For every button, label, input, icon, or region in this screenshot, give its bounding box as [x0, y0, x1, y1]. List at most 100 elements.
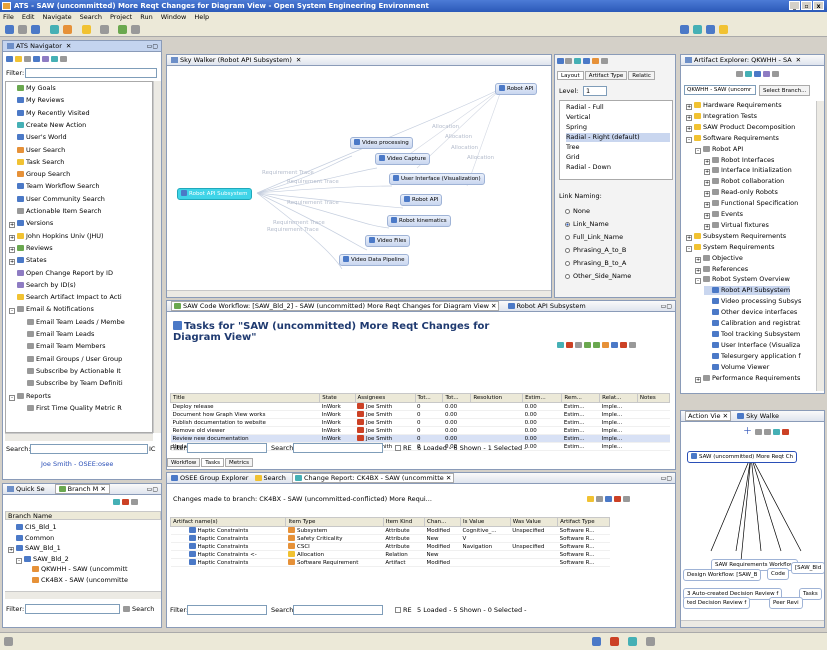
column-header[interactable]: Notes [636, 393, 671, 403]
navigator-hscrollbar[interactable] [5, 433, 153, 441]
branch-name-header[interactable]: Branch Name [5, 511, 161, 520]
menu-search[interactable]: Search [80, 12, 102, 22]
table-row[interactable]: Remove old viewer InWork Joe Smith 0 0.00 0.0… [170, 426, 670, 435]
minimize-button[interactable]: _ [789, 1, 800, 10]
menu-icon[interactable] [60, 56, 67, 62]
expand-icon[interactable]: + [9, 222, 15, 229]
minimize-maximize-icon[interactable]: ▭▢ [147, 41, 158, 52]
node-video-processing[interactable]: Video processing [350, 137, 413, 149]
layout-option[interactable]: Spring [566, 123, 670, 132]
navigator-item[interactable]: Search by ID(s) [9, 281, 76, 290]
navigator-item[interactable]: + John Hopkins Univ (JHU) [9, 232, 104, 241]
navigator-item[interactable]: Subscribe by Team Definiti [19, 379, 123, 388]
column-header[interactable]: Title [169, 393, 321, 403]
menu-help[interactable]: Help [194, 12, 209, 22]
delete-icon[interactable] [122, 499, 129, 505]
home-icon[interactable] [6, 56, 13, 62]
print-icon[interactable] [31, 25, 40, 34]
artifact-tree-item[interactable]: + Virtual fixtures [704, 221, 769, 230]
layout-option[interactable]: Radial - Right (default) [566, 133, 670, 142]
link-naming-radio[interactable]: Full_Link_Name [565, 233, 623, 242]
refresh-icon[interactable] [772, 429, 780, 435]
refresh-icon[interactable] [583, 58, 590, 64]
zoom-icon[interactable] [754, 429, 762, 435]
artifact-tree-item[interactable]: + Events [704, 210, 743, 219]
column-header[interactable]: Tot... [442, 393, 472, 403]
status-icon-2[interactable] [610, 637, 619, 646]
navigator-item[interactable]: User Community Search [9, 195, 105, 204]
artifact-tree-item[interactable]: + Integration Tests [686, 112, 757, 121]
tab-branch-manager[interactable]: Branch M ✕ [54, 484, 110, 494]
status-icon-4[interactable] [646, 637, 655, 646]
chart-icon[interactable] [611, 342, 618, 348]
navigator-item[interactable]: My Recently Visited [9, 109, 90, 118]
delete-icon[interactable] [614, 496, 621, 502]
tab-metrics[interactable]: Metrics [225, 458, 253, 467]
minimize-maximize-icon[interactable]: ▭▢ [661, 301, 672, 312]
expand-icon[interactable]: - [695, 278, 701, 285]
zoom-icon[interactable] [565, 58, 572, 64]
link-naming-radio[interactable]: Phrasing_B_to_A [565, 259, 626, 268]
expand-icon[interactable]: + [686, 104, 692, 110]
tab-group-explorer[interactable]: OSEE Group Explorer [171, 474, 248, 482]
save-icon[interactable] [592, 58, 599, 64]
tab-change-report[interactable]: Change Report: CK4BX - SAW (uncommitte ✕ [291, 473, 455, 483]
artifact-explorer-tab[interactable]: Artifact Explorer: QKWHH - SA ✕ [681, 55, 824, 66]
compare-icon[interactable] [596, 496, 603, 502]
artifact-tree-item[interactable]: Other device interfaces [704, 308, 797, 317]
action-node-top[interactable]: SAW (uncommitted) More Reqt Ch [687, 451, 798, 463]
expand-icon[interactable]: + [686, 114, 692, 121]
layout-option[interactable]: Tree [566, 143, 670, 152]
collapse-icon[interactable] [24, 56, 31, 62]
action-node-decision-review-2[interactable]: ted Decision Review f [683, 597, 751, 609]
node-video-files[interactable]: Video Files [365, 235, 411, 247]
delete-icon[interactable] [566, 342, 573, 348]
node-robot-kinematics[interactable]: Robot kinematics [387, 215, 451, 227]
refresh-icon[interactable] [745, 71, 752, 77]
expand-icon[interactable]: + [9, 246, 15, 253]
artifact-tree-item[interactable]: - Robot System Overview [695, 275, 790, 285]
artifact-tree-item[interactable]: + Functional Specification [704, 199, 798, 209]
menu-navigate[interactable]: Navigate [42, 12, 71, 22]
expand-icon[interactable]: - [9, 308, 15, 315]
settings-icon[interactable] [629, 342, 636, 348]
status-icon-1[interactable] [592, 637, 601, 646]
expand-icon[interactable]: + [686, 125, 692, 132]
back-icon[interactable] [118, 25, 127, 34]
link-icon[interactable] [33, 56, 40, 62]
menu-run[interactable]: Run [140, 12, 152, 22]
minimize-maximize-icon[interactable]: ▭▢ [661, 473, 672, 484]
branch-item[interactable]: QKWHH - SAW (uncommitt [32, 565, 128, 574]
table-row[interactable]: Document how Graph View works InWork Joe S… [170, 410, 670, 419]
star-icon[interactable] [15, 56, 22, 62]
menu-icon[interactable] [772, 71, 779, 77]
filter-icon[interactable] [574, 58, 581, 64]
tab-relations[interactable]: Relatic [628, 71, 655, 80]
ic-checkbox-label[interactable]: IC [149, 445, 155, 454]
node-video-capture[interactable]: Video Capture [375, 153, 431, 165]
table-row[interactable]: Haptic Constraints Software Requirement Ar… [170, 558, 610, 567]
level-spinner[interactable]: 1 [583, 86, 607, 96]
artifact-tree-item[interactable]: + Robot collaboration [704, 177, 784, 187]
navigator-item[interactable]: First Time Quality Metric R [19, 404, 122, 413]
column-header[interactable]: Chan... [423, 517, 461, 527]
expand-icon[interactable]: + [704, 158, 710, 165]
refresh-icon[interactable] [587, 496, 594, 502]
expand-icon[interactable]: + [704, 223, 710, 230]
id-icon[interactable] [763, 71, 770, 77]
navigator-scrollbar[interactable] [153, 81, 161, 433]
edit-icon[interactable] [593, 342, 600, 348]
navigator-item[interactable]: + Reviews [9, 244, 53, 253]
column-header[interactable]: Tot... [414, 393, 444, 403]
layout-option[interactable]: Grid [566, 153, 670, 162]
node-video-data-pipeline[interactable]: Video Data Pipeline [339, 254, 409, 266]
expand-icon[interactable]: + [686, 234, 692, 241]
edit-icon[interactable] [82, 25, 91, 34]
branch-item[interactable]: + SAW_Bld_1 [8, 544, 61, 553]
add-icon[interactable] [584, 342, 591, 348]
column-header[interactable]: Resolution [470, 393, 524, 403]
minimize-maximize-icon[interactable]: ▭▢ [147, 484, 158, 495]
column-header[interactable]: Assignees [354, 393, 416, 403]
table-row[interactable]: Haptic Constraints CSCI Attribute Modified N… [170, 542, 610, 551]
menu-icon[interactable] [601, 58, 608, 64]
